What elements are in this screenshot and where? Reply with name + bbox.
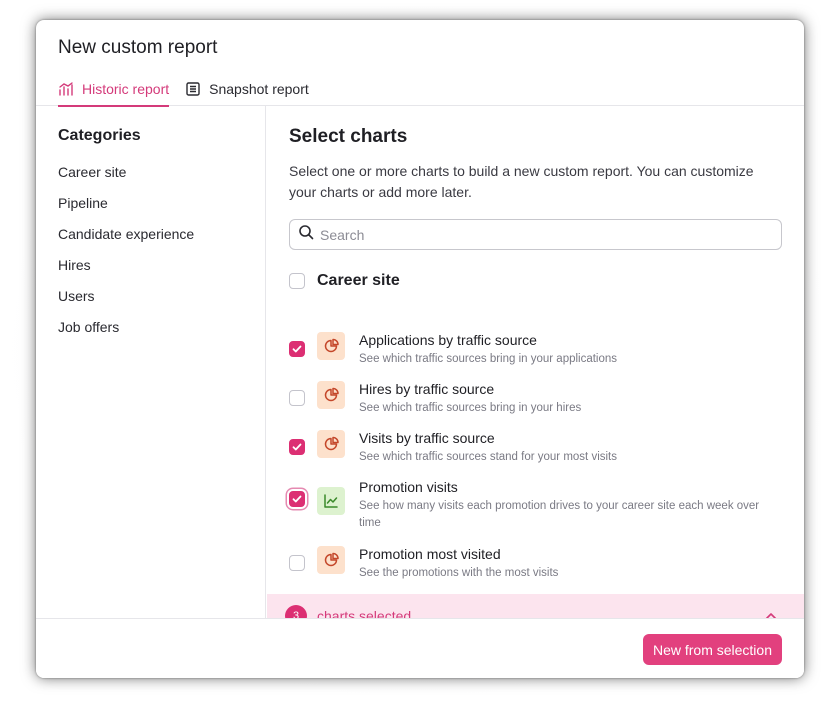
sidebar-item-candidate-experience[interactable]: Candidate experience [58,226,194,257]
categories-sidebar: Categories Career site Pipeline Candidat… [36,106,266,618]
chart-option-visits-by-traffic-source: Visits by traffic source See which traff… [289,430,769,466]
sidebar-item-pipeline[interactable]: Pipeline [58,195,194,226]
chart-checkbox[interactable] [289,390,305,406]
panel-description: Select one or more charts to build a new… [289,163,754,200]
pie-chart-icon [317,332,345,360]
sidebar-heading: Categories [58,127,141,144]
chart-option-promotion-most-visited: Promotion most visited See the promotion… [289,546,769,582]
chart-description: See which traffic sources stand for your… [359,451,617,463]
chart-text: Applications by traffic source See which… [359,332,769,368]
line-chart-icon [317,487,345,515]
sidebar-item-career-site[interactable]: Career site [58,164,194,195]
check-icon [292,495,302,503]
chart-description: See which traffic sources bring in your … [359,402,582,414]
tab-snapshot-report[interactable]: Snapshot report [185,76,309,106]
chart-option-hires-by-traffic-source: Hires by traffic source See which traffi… [289,381,769,417]
bar-chart-icon [58,81,74,97]
sidebar-item-job-offers[interactable]: Job offers [58,319,194,350]
chart-checkbox[interactable] [289,439,305,455]
panel-title: Select charts [289,126,408,147]
chart-text: Promotion most visited See the promotion… [359,546,769,582]
tab-label: Snapshot report [209,81,309,97]
new-custom-report-modal: New custom report Historic report Snapsh… [36,20,804,678]
new-from-selection-button[interactable]: New from selection [642,634,782,665]
pie-chart-icon [317,430,345,458]
modal-footer: New from selection [36,618,804,678]
chart-text: Visits by traffic source See which traff… [359,430,769,466]
table-icon [185,81,201,97]
chart-checkbox[interactable] [289,341,305,357]
chart-name: Promotion visits [359,479,458,495]
chart-checkbox[interactable] [289,555,305,571]
search-box [289,219,782,250]
sidebar-item-users[interactable]: Users [58,288,194,319]
pie-chart-icon [317,381,345,409]
chart-description: See the promotions with the most visits [359,567,559,579]
sidebar-item-hires[interactable]: Hires [58,257,194,288]
check-icon [292,345,302,353]
chart-description: See which traffic sources bring in your … [359,353,618,365]
group-label: Career site [317,272,400,289]
pie-chart-icon [317,546,345,574]
chart-name: Visits by traffic source [359,430,495,446]
search-input[interactable] [320,226,760,243]
group-career-site: Career site [289,272,400,290]
select-charts-panel: Select charts Select one or more charts … [267,106,804,638]
tab-label: Historic report [82,81,170,97]
chart-text: Hires by traffic source See which traffi… [359,381,769,417]
chart-checkbox[interactable] [289,491,305,507]
chart-name: Applications by traffic source [359,332,537,348]
report-type-tabs: Historic report Snapshot report [58,76,325,107]
check-icon [292,443,302,451]
chart-text: Promotion visits See how many visits eac… [359,479,769,532]
modal-title: New custom report [58,37,218,58]
chart-name: Promotion most visited [359,546,501,562]
chart-description: See how many visits each promotion drive… [359,500,760,529]
chart-option-applications-by-traffic-source: Applications by traffic source See which… [289,332,769,368]
tab-historic-report[interactable]: Historic report [58,76,170,107]
chart-option-promotion-visits: Promotion visits See how many visits eac… [289,479,769,532]
chart-name: Hires by traffic source [359,381,495,397]
group-checkbox[interactable] [289,273,305,289]
category-list: Career site Pipeline Candidate experienc… [58,164,194,350]
search-icon [298,224,314,245]
modal-header: New custom report Historic report Snapsh… [36,20,804,107]
